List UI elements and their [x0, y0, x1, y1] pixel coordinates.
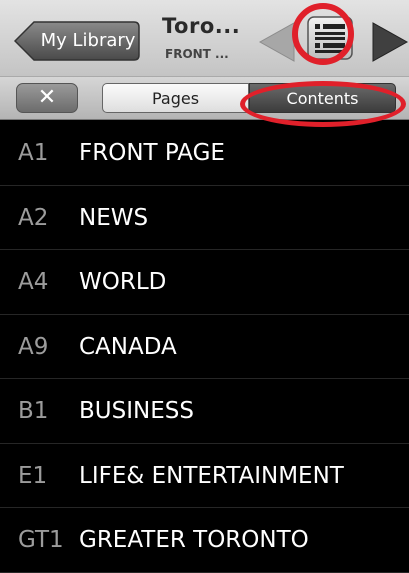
list-item[interactable]: A4 WORLD: [0, 250, 409, 315]
list-item[interactable]: E1 LIFE& ENTERTAINMENT: [0, 444, 409, 508]
section-code: B1: [18, 398, 49, 424]
contents-list-icon[interactable]: [307, 16, 353, 60]
list-item[interactable]: A1 FRONT PAGE: [0, 121, 409, 186]
list-item[interactable]: B1 BUSINESS: [0, 379, 409, 444]
publication-title: Toro...: [162, 14, 241, 38]
top-toolbar: My Library Toro... FRONT ...: [0, 0, 409, 76]
section-name: WORLD: [79, 269, 167, 295]
close-button[interactable]: ✕: [16, 83, 78, 113]
section-name: FRONT PAGE: [79, 140, 225, 166]
tab-contents[interactable]: Contents: [249, 83, 396, 113]
section-code: A1: [18, 140, 49, 166]
section-code: A9: [18, 333, 49, 360]
sections-list: A1 FRONT PAGE A2 NEWS A4 WORLD A9 CANADA…: [0, 121, 409, 573]
my-library-button[interactable]: My Library: [14, 21, 140, 61]
next-arrow-icon[interactable]: [371, 21, 409, 63]
section-name: NEWS: [79, 204, 149, 231]
section-subtitle: FRONT ...: [165, 47, 229, 61]
section-code: GT1: [18, 527, 64, 553]
section-code: A4: [18, 269, 49, 295]
section-name: LIFE& ENTERTAINMENT: [79, 462, 344, 489]
my-library-label: My Library: [40, 30, 136, 51]
tab-pages[interactable]: Pages: [102, 83, 249, 113]
list-item[interactable]: GT1 GREATER TORONTO: [0, 508, 409, 573]
list-item[interactable]: A2 NEWS: [0, 186, 409, 250]
close-icon: ✕: [37, 85, 57, 110]
section-name: CANADA: [79, 333, 177, 360]
section-name: BUSINESS: [79, 398, 194, 424]
list-item[interactable]: A9 CANADA: [0, 315, 409, 379]
section-code: A2: [18, 204, 49, 231]
section-code: E1: [18, 462, 48, 489]
section-name: GREATER TORONTO: [79, 527, 309, 553]
previous-arrow-icon[interactable]: [258, 21, 296, 63]
view-toggle-bar: ✕ Pages Contents: [0, 76, 409, 120]
